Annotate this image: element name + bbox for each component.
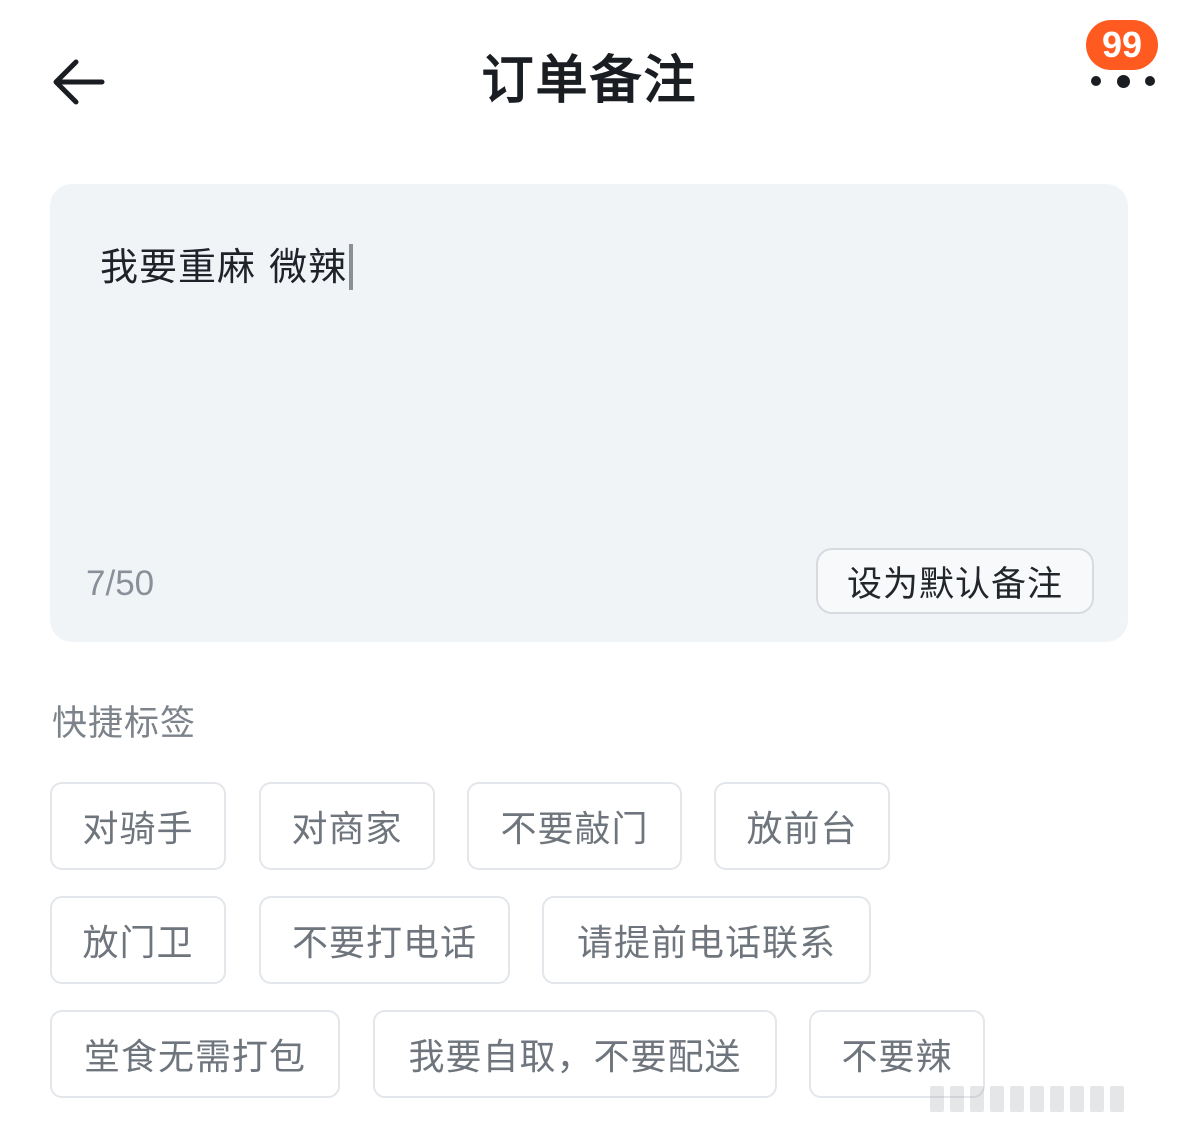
quick-tag[interactable]: 不要敲门 xyxy=(467,782,682,870)
note-input-area[interactable]: 我要重麻 微辣 7/50 设为默认备注 xyxy=(50,184,1128,642)
text-caret xyxy=(349,244,354,290)
message-badge: 99 xyxy=(1086,20,1158,70)
quick-tag[interactable]: 对骑手 xyxy=(50,782,226,870)
note-textarea[interactable]: 我要重麻 微辣 xyxy=(100,242,354,292)
quick-tag[interactable]: 对商家 xyxy=(259,782,435,870)
char-count: 7/50 xyxy=(86,564,155,603)
order-note-page: 订单备注 99 我要重麻 微辣 7/50 设为默认备注 快捷标签 对骑手 对商家… xyxy=(0,0,1179,1123)
page-title: 订单备注 xyxy=(481,51,698,111)
watermark xyxy=(930,1084,1170,1114)
quick-tag[interactable]: 请提前电话联系 xyxy=(542,896,871,984)
set-default-note-button[interactable]: 设为默认备注 xyxy=(816,548,1094,614)
quick-tag[interactable]: 堂食无需打包 xyxy=(50,1010,340,1098)
quick-tag[interactable]: 放门卫 xyxy=(50,896,226,984)
quick-tag[interactable]: 放前台 xyxy=(714,782,890,870)
quick-tags-label: 快捷标签 xyxy=(52,704,197,744)
note-text-value: 我要重麻 微辣 xyxy=(100,245,348,289)
quick-tag[interactable]: 我要自取，不要配送 xyxy=(373,1010,777,1098)
quick-tag[interactable]: 不要打电话 xyxy=(259,896,510,984)
more-dots-icon xyxy=(1088,74,1158,88)
more-button[interactable]: 99 xyxy=(1078,20,1166,96)
